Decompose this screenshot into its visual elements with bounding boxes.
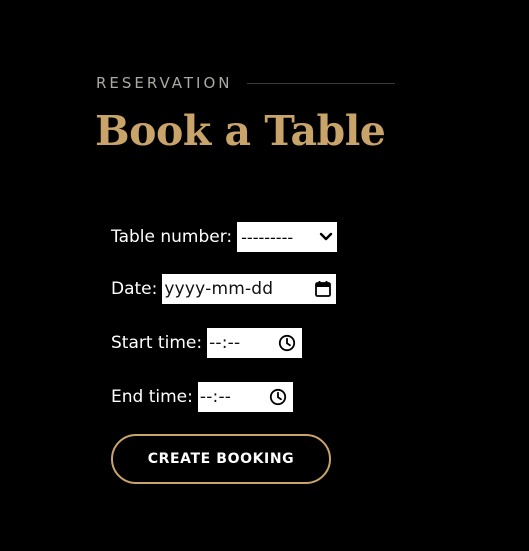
clock-icon[interactable] xyxy=(269,388,287,406)
eyebrow-divider xyxy=(246,83,395,84)
eyebrow: RESERVATION xyxy=(96,73,395,93)
start-time-label: Start time: xyxy=(111,333,203,353)
start-time-placeholder: --:-- xyxy=(209,333,241,353)
clock-icon[interactable] xyxy=(278,334,296,352)
date-row: Date: yyyy-mm-dd xyxy=(111,273,337,305)
table-number-row: Table number: --------- xyxy=(111,221,338,253)
calendar-icon[interactable] xyxy=(314,280,332,298)
end-time-input[interactable]: --:-- xyxy=(197,382,293,412)
table-number-selected-value: --------- xyxy=(241,227,294,247)
page-title: Book a Table xyxy=(95,107,386,155)
table-number-label: Table number: xyxy=(111,227,233,247)
create-booking-button[interactable]: CREATE BOOKING xyxy=(111,434,331,484)
start-time-input[interactable]: --:-- xyxy=(207,328,303,358)
date-label: Date: xyxy=(111,279,158,299)
eyebrow-text: RESERVATION xyxy=(96,74,233,92)
end-time-placeholder: --:-- xyxy=(199,387,232,407)
date-placeholder: yyyy-mm-dd xyxy=(164,279,274,299)
date-input[interactable]: yyyy-mm-dd xyxy=(162,274,337,304)
end-time-label: End time: xyxy=(111,387,193,407)
chevron-down-icon xyxy=(319,232,333,242)
start-time-row: Start time: --:-- xyxy=(111,327,303,359)
end-time-row: End time: --:-- xyxy=(111,381,293,413)
table-number-select[interactable]: --------- xyxy=(237,222,338,252)
